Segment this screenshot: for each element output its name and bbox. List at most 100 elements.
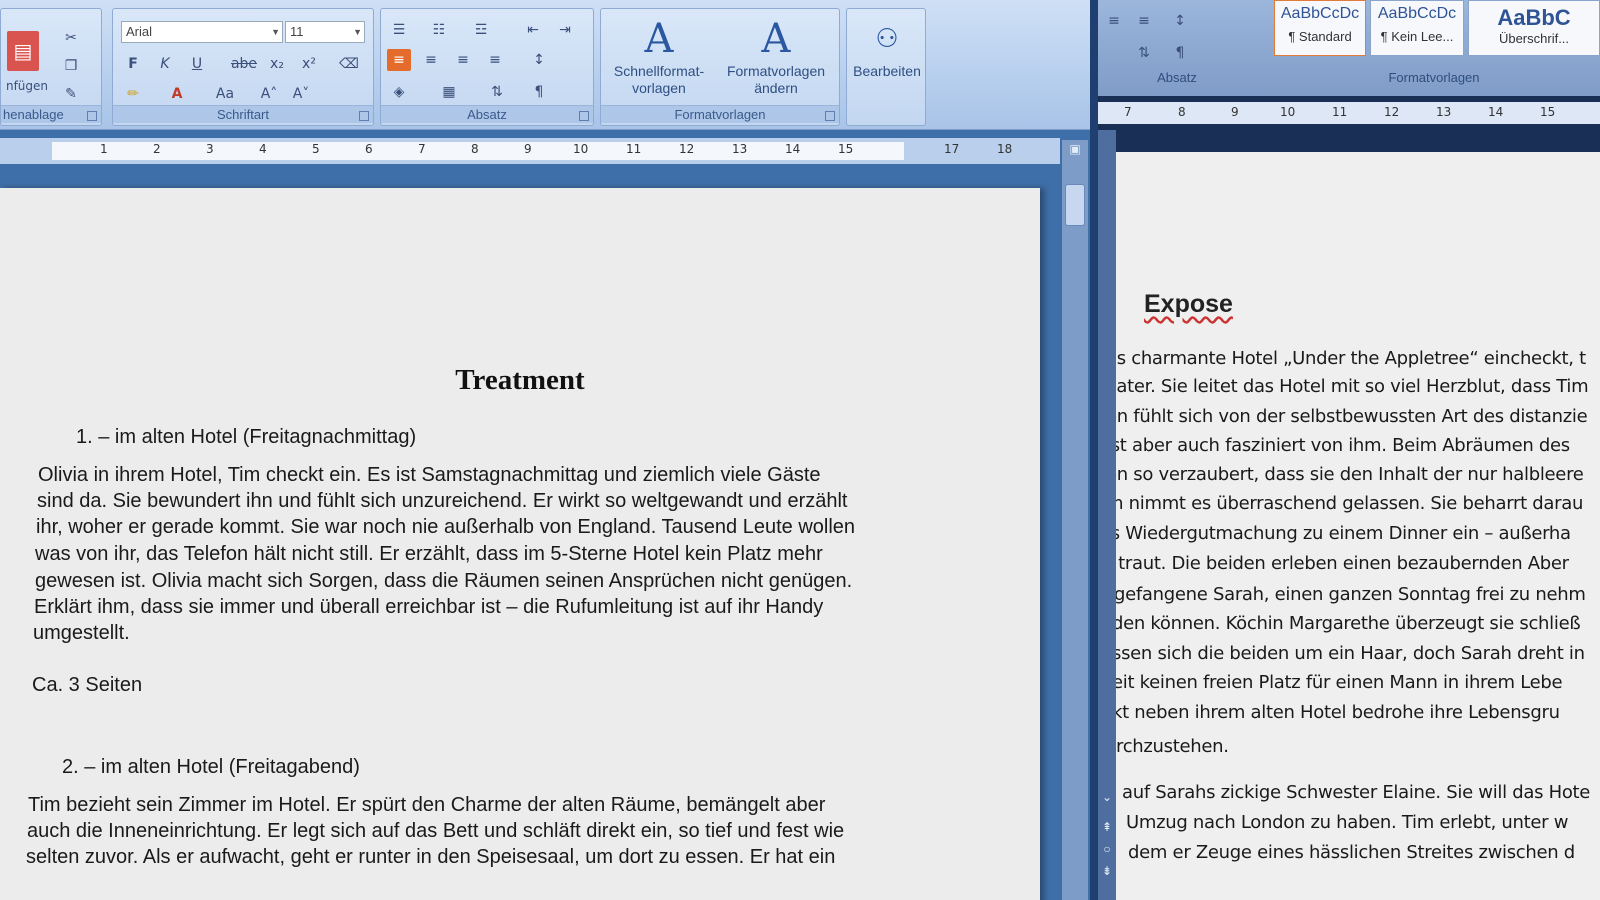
- line-spacing-icon[interactable]: ↕: [527, 49, 551, 71]
- paragraph-line: vater. Sie leitet das Hotel mit so viel …: [1106, 376, 1589, 397]
- paragraph-group: ☰ ☷ ☲ ⇤ ⇥ ≡ ≡ ≡ ≡ ↕ ◈ ▦ ⇅ ¶ Absatz: [380, 8, 594, 126]
- increase-indent-icon[interactable]: ⇥: [553, 19, 577, 41]
- grow-font-button[interactable]: A˄: [257, 83, 281, 105]
- vertical-scrollbar[interactable]: ⌄ ⇞ ○ ⇟: [1098, 130, 1116, 900]
- next-page-icon[interactable]: ⇟: [1099, 864, 1115, 880]
- ruler-tick: 9: [524, 142, 532, 156]
- sort-icon[interactable]: ⇅: [485, 81, 509, 103]
- font-group: Arial ▼ 11 ▼ F K U abe x₂ x² ⌫ ✏ A Aa A˄…: [112, 8, 374, 126]
- line-spacing-icon[interactable]: ↕: [1168, 10, 1192, 32]
- chevron-down-icon[interactable]: ⌄: [1099, 790, 1115, 806]
- edit-label: Bearbeiten: [853, 63, 921, 79]
- ruler-tick: 17: [944, 142, 960, 156]
- font-name-combo[interactable]: Arial ▼: [121, 21, 283, 43]
- horizontal-ruler[interactable]: 7 8 9 10 11 12 13 14 15: [1098, 102, 1600, 124]
- style-tile-no-spacing[interactable]: AaBbCcDc ¶ Kein Lee...: [1370, 0, 1464, 56]
- paragraph-line: Erklärt ihm, dass sie immer und überall …: [34, 596, 824, 618]
- horizontal-ruler[interactable]: 1 2 3 4 5 6 7 8 9 10 11 12 13 14 15 17 1…: [0, 138, 1060, 164]
- clear-format-icon[interactable]: ⌫: [337, 53, 361, 75]
- cut-icon[interactable]: ✂: [59, 27, 83, 49]
- sort-icon[interactable]: ⇅: [1132, 42, 1156, 64]
- paragraph-line: ist aber auch fasziniert von ihm. Beim A…: [1106, 435, 1570, 456]
- style-tile-standard[interactable]: AaBbCcDc ¶ Standard: [1274, 0, 1366, 56]
- paragraph-line: auf Sarahs zickige Schwester Elaine. Sie…: [1122, 782, 1591, 803]
- align-right-icon[interactable]: ≡: [451, 49, 475, 71]
- binoculars-icon: ⚇: [875, 24, 899, 54]
- paragraph-line: auch die Inneneinrichtung. Er legt sich …: [27, 820, 845, 842]
- ruler-tick: 12: [679, 142, 695, 156]
- editing-group: ⚇ Bearbeiten: [846, 8, 926, 126]
- change-styles-button[interactable]: A Formatvorlagen ändern: [717, 15, 835, 97]
- ruler-toggle-icon[interactable]: ▣: [1066, 140, 1084, 158]
- styles-launcher-icon[interactable]: [825, 111, 835, 121]
- paragraph-line: t traut. Die beiden erleben einen bezaub…: [1106, 553, 1569, 574]
- paste-icon[interactable]: ▤: [7, 31, 39, 71]
- paragraph-line: Umzug nach London zu haben. Tim erlebt, …: [1126, 812, 1569, 833]
- underline-button[interactable]: U: [185, 53, 209, 75]
- format-painter-icon[interactable]: ✎: [59, 83, 83, 105]
- previous-page-icon[interactable]: ⇞: [1099, 820, 1115, 836]
- shading-icon[interactable]: ◈: [387, 81, 411, 103]
- paragraph-line: m nimmt es überraschend gelassen. Sie be…: [1106, 493, 1584, 514]
- copy-icon[interactable]: ❐: [59, 55, 83, 77]
- ribbon: ≡ ≡ ↕ ⇅ ¶ Absatz AaBbCcDc ¶ Standard AaB…: [1098, 0, 1600, 96]
- ruler-tick: 5: [312, 142, 320, 156]
- browse-object-icon[interactable]: ○: [1099, 842, 1115, 858]
- paragraph-group-label: Absatz: [381, 105, 593, 123]
- multilevel-list-icon[interactable]: ☲: [469, 19, 493, 41]
- align-left-icon[interactable]: ≡: [387, 49, 411, 71]
- vertical-scrollbar[interactable]: ▣: [1062, 140, 1088, 900]
- justify-icon[interactable]: ≡: [483, 49, 507, 71]
- ruler-tick: 14: [1488, 105, 1504, 119]
- show-formatting-icon[interactable]: ¶: [1168, 42, 1192, 64]
- quick-styles-button[interactable]: A Schnellformat- vorlagen: [605, 15, 713, 97]
- align-center-icon[interactable]: ≡: [419, 49, 443, 71]
- shrink-font-button[interactable]: A˅: [289, 83, 313, 105]
- paragraph-line: en fühlt sich von der selbstbewussten Ar…: [1106, 406, 1588, 427]
- paragraph-launcher-icon[interactable]: [579, 111, 589, 121]
- font-name-value: Arial: [126, 24, 153, 39]
- document-page[interactable]: Expose as charmante Hotel „Under the App…: [1106, 152, 1600, 900]
- paragraph-line: ihr, woher er gerade kommt. Sie war noch…: [36, 516, 856, 538]
- subscript-button[interactable]: x₂: [265, 53, 289, 75]
- ruler-tick: 11: [1332, 105, 1348, 119]
- style-tile-heading[interactable]: AaBbC Überschrif...: [1468, 0, 1600, 56]
- paragraph-line: ssen sich die beiden um ein Haar, doch S…: [1112, 643, 1585, 664]
- show-formatting-icon[interactable]: ¶: [527, 81, 551, 103]
- decrease-indent-icon[interactable]: ⇤: [521, 19, 545, 41]
- strikethrough-button[interactable]: abe: [229, 53, 259, 75]
- align-icon[interactable]: ≡: [1102, 10, 1126, 32]
- font-launcher-icon[interactable]: [359, 111, 369, 121]
- font-size-combo[interactable]: 11 ▼: [285, 21, 365, 43]
- italic-button[interactable]: K: [153, 53, 177, 75]
- edit-button[interactable]: ⚇ Bearbeiten: [849, 15, 925, 80]
- change-styles-label: Formatvorlagen ändern: [726, 63, 826, 96]
- font-color-button[interactable]: A: [165, 83, 189, 105]
- ruler-tick: 13: [732, 142, 748, 156]
- paste-button-label[interactable]: nfügen: [5, 75, 49, 97]
- document-page[interactable]: Treatment 1. – im alten Hotel (Freitagna…: [0, 188, 1040, 900]
- scrollbar-thumb[interactable]: [1065, 184, 1085, 226]
- clipboard-launcher-icon[interactable]: [87, 111, 97, 121]
- paragraph-line: rchzustehen.: [1116, 736, 1229, 757]
- clipboard-group: ▤ nfügen ✂ ❐ ✎ henablage: [0, 8, 102, 126]
- font-size-value: 11: [290, 24, 304, 39]
- paragraph-group-label: Absatz: [1157, 70, 1197, 85]
- bullets-icon[interactable]: ☰: [387, 19, 411, 41]
- highlight-icon[interactable]: ✏: [121, 83, 145, 105]
- ruler-tick: 8: [471, 142, 479, 156]
- chevron-down-icon: ▼: [353, 27, 362, 37]
- ruler-tick: 6: [365, 142, 373, 156]
- paragraph-line: eit keinen freien Platz für einen Mann i…: [1112, 672, 1563, 693]
- borders-icon[interactable]: ▦: [437, 81, 461, 103]
- paragraph-line: kt neben ihrem alten Hotel bedrohe ihre …: [1112, 702, 1560, 723]
- paragraph-line: as charmante Hotel „Under the Appletree“…: [1106, 348, 1586, 369]
- section-heading: 2. – im alten Hotel (Freitagabend): [62, 756, 360, 778]
- styles-group-label: Formatvorlagen: [601, 105, 839, 123]
- superscript-button[interactable]: x²: [297, 53, 321, 75]
- justify-icon[interactable]: ≡: [1132, 10, 1156, 32]
- clipboard-group-label: henablage: [1, 105, 101, 123]
- numbering-icon[interactable]: ☷: [427, 19, 451, 41]
- change-case-button[interactable]: Aa: [209, 83, 241, 105]
- bold-button[interactable]: F: [121, 53, 145, 75]
